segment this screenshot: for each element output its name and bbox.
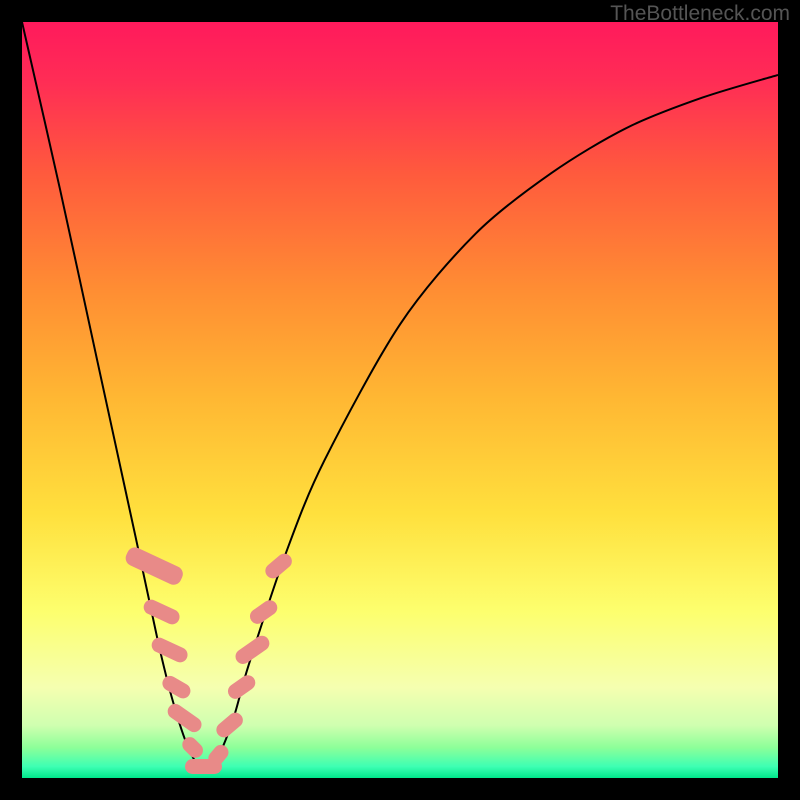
curve-marker (225, 672, 258, 702)
curve-marker (123, 545, 186, 588)
curve-marker (247, 597, 280, 627)
watermark-text: TheBottleneck.com (610, 2, 790, 26)
curve-marker (179, 734, 206, 761)
curve-marker (149, 635, 190, 665)
chart-container (22, 22, 778, 778)
curve-marker (160, 673, 194, 701)
curve-markers (22, 22, 778, 778)
curve-marker (263, 551, 296, 582)
curve-marker (213, 710, 246, 741)
curve-marker (233, 632, 273, 666)
curve-marker (142, 597, 183, 627)
curve-marker (165, 700, 205, 734)
